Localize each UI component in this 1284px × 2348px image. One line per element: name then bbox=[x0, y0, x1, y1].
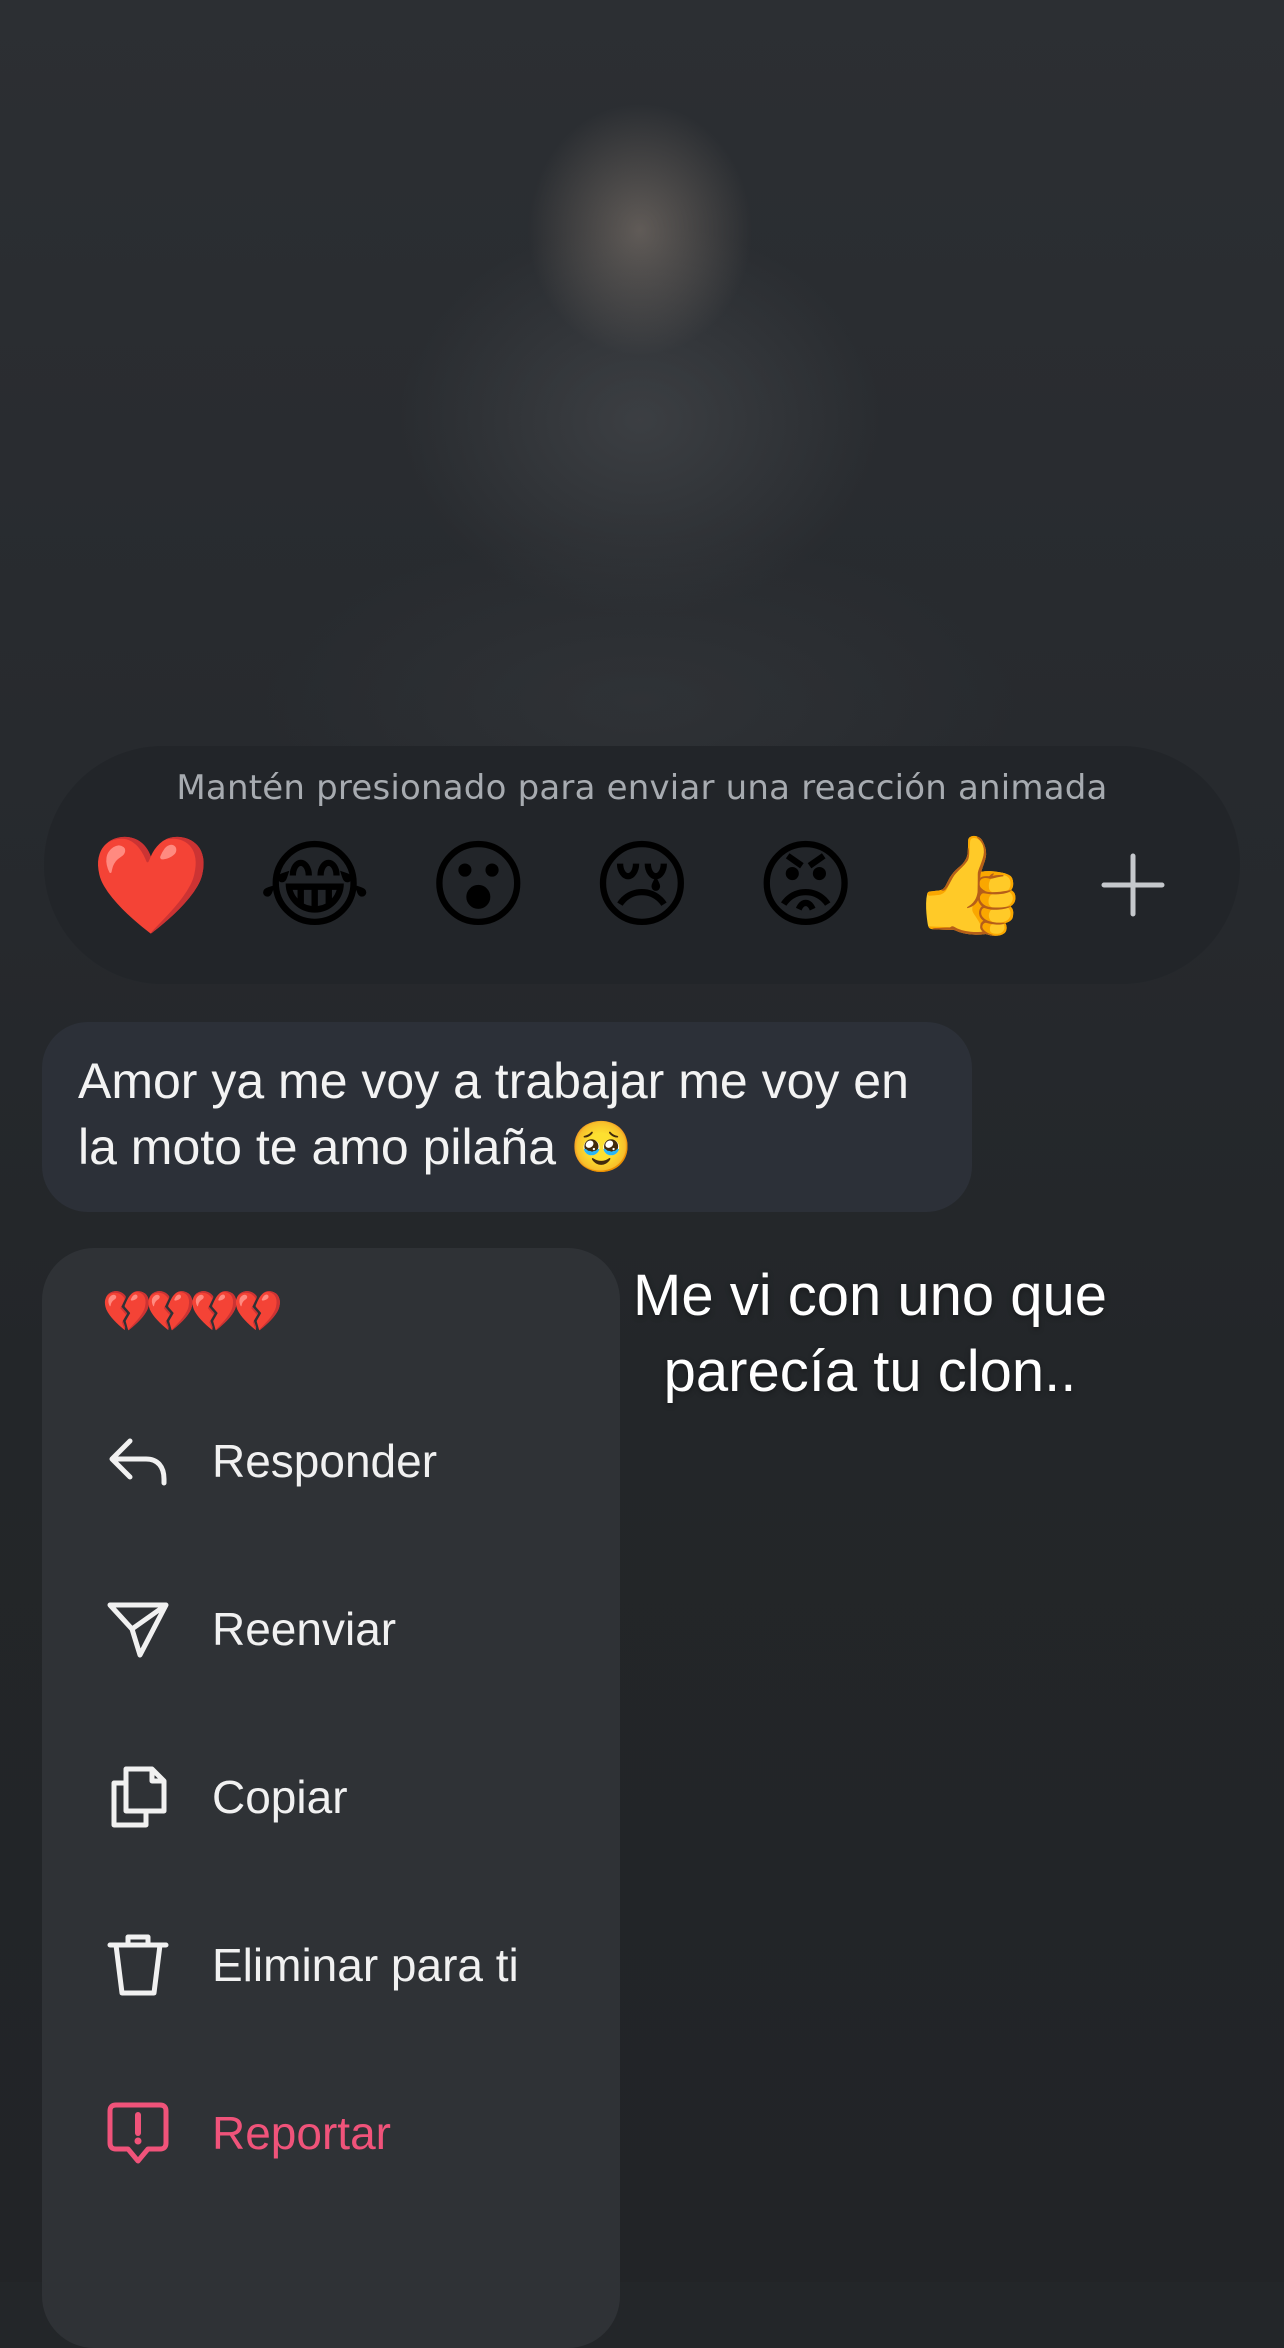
menu-item-label: Eliminar para ti bbox=[212, 1939, 519, 1991]
menu-item-label: Copiar bbox=[212, 1771, 348, 1823]
menu-item-forward[interactable]: Reenviar bbox=[100, 1584, 600, 1674]
menu-item-label: Reenviar bbox=[212, 1603, 397, 1655]
reaction-wow[interactable]: 😮 bbox=[423, 830, 533, 940]
plus-icon[interactable] bbox=[1078, 830, 1188, 940]
reaction-heart[interactable]: ❤️ bbox=[91, 830, 211, 940]
menu-item-copy[interactable]: Copiar bbox=[100, 1752, 600, 1842]
menu-item-delete[interactable]: Eliminar para ti bbox=[100, 1920, 600, 2010]
menu-item-report[interactable]: Reportar bbox=[100, 2088, 600, 2178]
trash-icon bbox=[100, 1927, 176, 2003]
reaction-hint: Mantén presionado para enviar una reacci… bbox=[176, 768, 1108, 808]
message-bubble[interactable]: Amor ya me voy a trabajar me voy en la m… bbox=[42, 1022, 972, 1212]
copy-icon bbox=[100, 1759, 176, 1835]
menu-item-label: Reportar bbox=[212, 2107, 391, 2159]
reaction-angry[interactable]: 😡 bbox=[751, 830, 861, 940]
forward-icon bbox=[100, 1591, 176, 1667]
context-menu: 💔💔💔💔 Responder Reenviar Copiar Eliminar … bbox=[42, 1248, 620, 2348]
reaction-laugh[interactable]: 😂 bbox=[259, 830, 371, 940]
reaction-thumbs-up[interactable]: 👍 bbox=[910, 830, 1030, 940]
overlay-caption: Me vi con uno que parecía tu clon.. bbox=[633, 1263, 1107, 1404]
reaction-sad[interactable]: 😢 bbox=[587, 830, 697, 940]
report-icon bbox=[100, 2095, 176, 2171]
menu-item-label: Responder bbox=[212, 1435, 438, 1487]
reply-icon bbox=[100, 1423, 176, 1499]
reaction-bar: Mantén presionado para enviar una reacci… bbox=[44, 746, 1240, 984]
menu-item-reply[interactable]: Responder bbox=[100, 1416, 600, 1506]
message-text: Amor ya me voy a trabajar me voy en la m… bbox=[78, 1053, 909, 1175]
menu-header-emojis: 💔💔💔💔 bbox=[102, 1289, 283, 1335]
reaction-emoji-row: ❤️ 😂 😮 😢 😡 👍 bbox=[91, 830, 1188, 940]
